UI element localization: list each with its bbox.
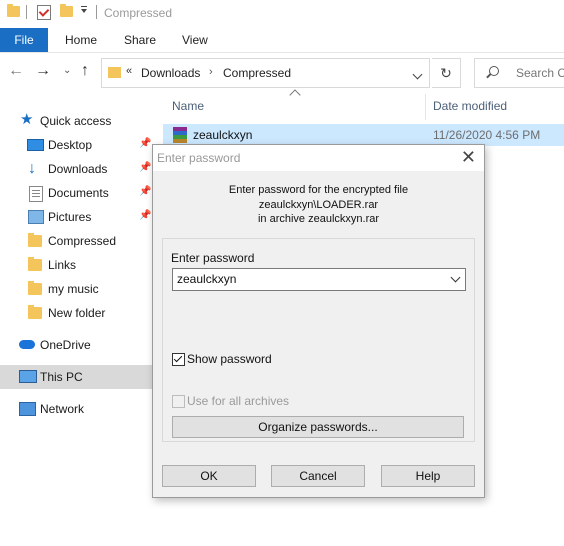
use-for-all-checkbox[interactable] bbox=[172, 395, 185, 408]
pictures-icon bbox=[28, 210, 44, 224]
organize-passwords-button[interactable]: Organize passwords... bbox=[172, 416, 464, 438]
pin-icon: 📌 bbox=[139, 186, 152, 197]
sidebar-item-links[interactable]: Links bbox=[0, 253, 153, 277]
forward-arrow-icon[interactable]: → bbox=[35, 63, 51, 79]
folder-icon bbox=[108, 67, 121, 78]
dialog-title-bar: Enter password ✕ bbox=[153, 145, 484, 171]
file-date: 11/26/2020 4:56 PM bbox=[433, 128, 541, 142]
sidebar-item-downloads[interactable]: ↓ Downloads 📌 bbox=[0, 157, 153, 181]
sidebar-item-label: Compressed bbox=[48, 234, 117, 248]
new-folder-icon[interactable] bbox=[60, 4, 73, 17]
folder-icon bbox=[7, 4, 20, 17]
folder-icon bbox=[28, 233, 42, 247]
file-name: zeaulckxyn bbox=[193, 128, 253, 142]
folder-icon bbox=[28, 257, 42, 271]
ok-button[interactable]: OK bbox=[162, 465, 256, 487]
search-placeholder: Search Co bbox=[516, 66, 564, 80]
sidebar-item-network[interactable]: Network bbox=[0, 397, 153, 421]
address-dropdown-icon[interactable] bbox=[412, 69, 423, 80]
network-icon bbox=[19, 402, 36, 416]
window-title: Compressed bbox=[104, 6, 173, 20]
show-password-checkbox[interactable] bbox=[172, 353, 185, 366]
sidebar-item-new-folder[interactable]: New folder bbox=[0, 301, 153, 325]
dialog-title: Enter password bbox=[157, 151, 241, 165]
sidebar-item-label: Pictures bbox=[48, 210, 92, 224]
tab-file[interactable]: File bbox=[0, 28, 48, 52]
password-dialog: Enter password ✕ Enter password for the … bbox=[152, 144, 485, 498]
dialog-message-line-1: Enter password for the encrypted file bbox=[228, 184, 409, 196]
pin-icon: 📌 bbox=[139, 138, 152, 149]
pin-icon: 📌 bbox=[139, 162, 152, 173]
navigation-pane: ★ Quick access Desktop 📌 ↓ Downloads 📌 D… bbox=[0, 91, 153, 546]
dialog-message-line-2: zeaulckxyn\LOADER.rar bbox=[258, 199, 379, 211]
pin-icon: 📌 bbox=[139, 210, 152, 221]
title-bar: Compressed bbox=[0, 0, 564, 28]
sidebar-item-label: Links bbox=[48, 258, 77, 272]
chevron-down-icon[interactable] bbox=[450, 272, 461, 283]
cloud-icon bbox=[19, 340, 35, 349]
sidebar-item-label: OneDrive bbox=[40, 338, 91, 352]
rar-archive-icon bbox=[173, 127, 187, 143]
sidebar-item-label: Quick access bbox=[40, 114, 112, 128]
desktop-icon bbox=[27, 139, 44, 151]
tab-home[interactable]: Home bbox=[65, 28, 97, 52]
breadcrumb-compressed[interactable]: Compressed bbox=[223, 66, 291, 80]
breadcrumb-downloads[interactable]: Downloads bbox=[141, 66, 200, 80]
password-label: Enter password bbox=[171, 251, 255, 265]
sidebar-item-label: Network bbox=[40, 402, 85, 416]
refresh-icon[interactable]: ↻ bbox=[432, 58, 461, 88]
sidebar-item-documents[interactable]: Documents 📌 bbox=[0, 181, 153, 205]
sidebar-item-desktop[interactable]: Desktop 📌 bbox=[0, 133, 153, 157]
use-for-all-label: Use for all archives bbox=[187, 394, 290, 408]
search-icon bbox=[489, 66, 499, 76]
password-value: zeaulckxyn bbox=[177, 272, 237, 286]
customize-dropdown-icon[interactable] bbox=[81, 6, 87, 13]
sidebar-item-my-music[interactable]: my music bbox=[0, 277, 153, 301]
sidebar-item-quick-access[interactable]: ★ Quick access bbox=[0, 109, 153, 133]
tab-share[interactable]: Share bbox=[124, 28, 156, 52]
sidebar-item-compressed[interactable]: Compressed bbox=[0, 229, 153, 253]
up-arrow-icon[interactable]: ↑ bbox=[81, 63, 89, 79]
sidebar-item-label: New folder bbox=[48, 306, 106, 320]
computer-icon bbox=[19, 370, 37, 383]
back-arrow-icon[interactable]: ← bbox=[8, 63, 24, 79]
search-input[interactable]: Search Co bbox=[474, 58, 564, 88]
overflow-chevron[interactable]: « bbox=[126, 65, 132, 77]
download-arrow-icon: ↓ bbox=[28, 160, 36, 177]
sidebar-item-this-pc[interactable]: This PC bbox=[0, 365, 153, 389]
breadcrumb-separator[interactable]: › bbox=[209, 66, 213, 78]
column-header-date[interactable]: Date modified bbox=[433, 99, 507, 113]
address-bar[interactable]: « Downloads › Compressed bbox=[101, 58, 430, 88]
sidebar-item-pictures[interactable]: Pictures 📌 bbox=[0, 205, 153, 229]
ribbon: File Home Share View bbox=[0, 28, 564, 53]
properties-check-icon[interactable] bbox=[37, 5, 51, 20]
file-row[interactable]: zeaulckxyn 11/26/2020 4:56 PM bbox=[163, 124, 564, 146]
star-icon: ★ bbox=[20, 111, 34, 128]
sidebar-item-label: Desktop bbox=[48, 138, 93, 152]
folder-icon bbox=[28, 281, 42, 295]
column-header-name[interactable]: Name bbox=[172, 99, 204, 113]
recent-dropdown-icon[interactable]: ⌄ bbox=[63, 63, 71, 79]
sort-ascending-icon bbox=[289, 89, 301, 101]
folder-icon bbox=[28, 305, 42, 319]
sidebar-item-label: my music bbox=[48, 282, 99, 296]
sidebar-item-label: This PC bbox=[40, 370, 83, 384]
address-row: ← → ⌄ ↑ « Downloads › Compressed ↻ Searc… bbox=[0, 53, 564, 91]
documents-icon bbox=[29, 186, 43, 202]
dialog-message-line-3: in archive zeaulckxyn.rar bbox=[257, 213, 380, 225]
sidebar-item-label: Downloads bbox=[48, 162, 108, 176]
toolbar-separator bbox=[26, 5, 27, 19]
column-divider[interactable] bbox=[425, 94, 426, 120]
sidebar-item-onedrive[interactable]: OneDrive bbox=[0, 333, 153, 357]
sidebar-item-label: Documents bbox=[48, 186, 109, 200]
cancel-button[interactable]: Cancel bbox=[271, 465, 365, 487]
close-icon[interactable]: ✕ bbox=[461, 147, 476, 167]
tab-view[interactable]: View bbox=[182, 28, 208, 52]
password-field[interactable]: zeaulckxyn bbox=[172, 268, 466, 291]
toolbar-separator bbox=[96, 5, 97, 19]
show-password-label[interactable]: Show password bbox=[187, 352, 272, 366]
help-button[interactable]: Help bbox=[381, 465, 475, 487]
